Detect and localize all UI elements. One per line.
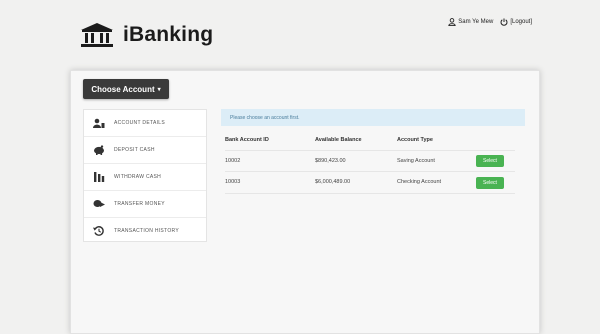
sidebar-item-deposit-cash[interactable]: DEPOSIT CASH	[84, 137, 206, 164]
chevron-down-icon: ▾	[157, 86, 161, 93]
divider	[225, 193, 515, 194]
header: iBanking Sam Ye Mew [Logout]	[0, 0, 600, 60]
balance-cell: $890,423.00	[315, 158, 346, 164]
select-button-label: Select	[483, 158, 497, 164]
user-links: Sam Ye Mew [Logout]	[448, 18, 532, 26]
column-header-account-type: Account Type	[397, 137, 433, 143]
column-header-balance: Available Balance	[315, 137, 362, 143]
sidebar-item-transaction-history[interactable]: TRANSACTION HISTORY	[84, 218, 206, 244]
account-type-cell: Checking Account	[397, 179, 442, 185]
sidebar-item-label: DEPOSIT CASH	[114, 147, 155, 153]
main-panel: Choose Account ▾ ACCOUNT DETAILS DEPOSIT…	[70, 70, 540, 334]
account-id-cell: 10003	[225, 179, 241, 185]
select-button-label: Select	[483, 180, 497, 186]
account-icon	[92, 118, 106, 128]
sidebar-item-label: ACCOUNT DETAILS	[114, 120, 165, 126]
logout-link[interactable]: [Logout]	[510, 19, 532, 25]
column-header-account-id: Bank Account ID	[225, 137, 269, 143]
brand[interactable]: iBanking	[80, 22, 213, 48]
info-alert: Please choose an account first.	[221, 109, 525, 126]
cash-withdraw-icon	[92, 172, 106, 182]
account-type-cell: Saving Account	[397, 158, 435, 164]
sidebar-item-label: WITHDRAW CASH	[114, 174, 162, 180]
select-account-button[interactable]: Select	[476, 177, 504, 189]
choose-account-button[interactable]: Choose Account ▾	[83, 79, 169, 99]
sidebar-item-transfer-money[interactable]: TRANSFER MONEY	[84, 191, 206, 218]
user-icon	[448, 18, 456, 26]
sidebar-item-withdraw-cash[interactable]: WITHDRAW CASH	[84, 164, 206, 191]
divider	[225, 171, 515, 172]
sidebar-item-account-details[interactable]: ACCOUNT DETAILS	[84, 110, 206, 137]
history-icon	[92, 226, 106, 236]
account-id-cell: 10002	[225, 158, 241, 164]
app-title: iBanking	[123, 23, 214, 46]
user-name-link[interactable]: Sam Ye Mew	[458, 19, 493, 25]
sidebar-item-label: TRANSACTION HISTORY	[114, 228, 179, 234]
sidebar-item-label: TRANSFER MONEY	[114, 201, 165, 207]
sidebar-menu: ACCOUNT DETAILS DEPOSIT CASH WITHDRAW CA…	[83, 109, 207, 242]
divider	[225, 150, 515, 151]
power-icon	[500, 18, 508, 26]
piggy-bank-icon	[92, 145, 106, 155]
alert-text: Please choose an account first.	[230, 114, 300, 121]
bank-icon	[81, 23, 113, 47]
balance-cell: $6,000,489.00	[315, 179, 351, 185]
transfer-icon	[92, 199, 106, 209]
choose-account-label: Choose Account	[91, 84, 155, 94]
select-account-button[interactable]: Select	[476, 155, 504, 167]
